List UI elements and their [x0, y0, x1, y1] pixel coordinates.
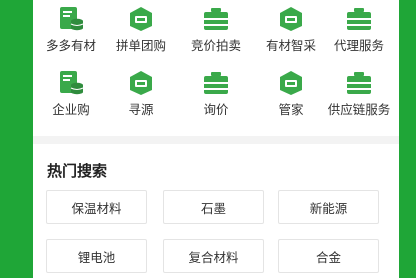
toolbox-icon — [347, 72, 371, 94]
category-label: 拼单团购 — [115, 38, 166, 53]
price-tag-icon — [130, 7, 152, 31]
hot-search-chip[interactable]: 复合材料 — [163, 239, 264, 273]
category-label: 管家 — [278, 102, 304, 117]
document-db-icon — [60, 71, 84, 95]
category-label: 企业购 — [52, 102, 90, 117]
toolbox-icon — [204, 72, 228, 94]
hot-search-chip[interactable]: 锂电池 — [46, 239, 147, 273]
document-db-icon — [60, 7, 84, 31]
category-label: 供应链服务 — [327, 102, 391, 117]
category-label: 竞价拍卖 — [190, 38, 241, 53]
category-agency-service[interactable]: 代理服务 — [321, 6, 397, 64]
category-inquiry[interactable]: 询价 — [178, 70, 254, 128]
category-label: 寻源 — [128, 102, 154, 117]
category-supply-chain[interactable]: 供应链服务 — [321, 70, 397, 128]
category-label: 询价 — [203, 102, 229, 117]
hot-search-title: 热门搜索 — [47, 162, 108, 180]
price-tag-icon — [130, 71, 152, 95]
hot-search-chip[interactable]: 石墨 — [163, 190, 264, 224]
price-tag-icon — [280, 7, 302, 31]
category-label: 代理服务 — [333, 38, 384, 53]
category-duoduo-youcai[interactable]: 多多有材 — [33, 6, 109, 64]
hot-search-chip[interactable]: 新能源 — [278, 190, 379, 224]
hot-search-chip[interactable]: 合金 — [278, 239, 379, 273]
price-tag-icon — [280, 71, 302, 95]
main-card: 多多有材 拼单团购 竞价拍卖 有材智采 代理服务 企业购 寻源 询价 管家 供应… — [33, 0, 399, 278]
category-label: 多多有材 — [45, 38, 96, 53]
category-label: 有材智采 — [265, 38, 316, 53]
category-butler[interactable]: 管家 — [253, 70, 329, 128]
category-smart-procurement[interactable]: 有材智采 — [253, 6, 329, 64]
toolbox-icon — [347, 8, 371, 30]
category-grid: 多多有材 拼单团购 竞价拍卖 有材智采 代理服务 企业购 寻源 询价 管家 供应… — [33, 0, 399, 130]
section-divider — [33, 136, 399, 144]
hot-search-chip[interactable]: 保温材料 — [46, 190, 147, 224]
toolbox-icon — [204, 8, 228, 30]
category-group-buy[interactable]: 拼单团购 — [103, 6, 179, 64]
category-enterprise-buy[interactable]: 企业购 — [33, 70, 109, 128]
category-auction[interactable]: 竞价拍卖 — [178, 6, 254, 64]
category-sourcing[interactable]: 寻源 — [103, 70, 179, 128]
